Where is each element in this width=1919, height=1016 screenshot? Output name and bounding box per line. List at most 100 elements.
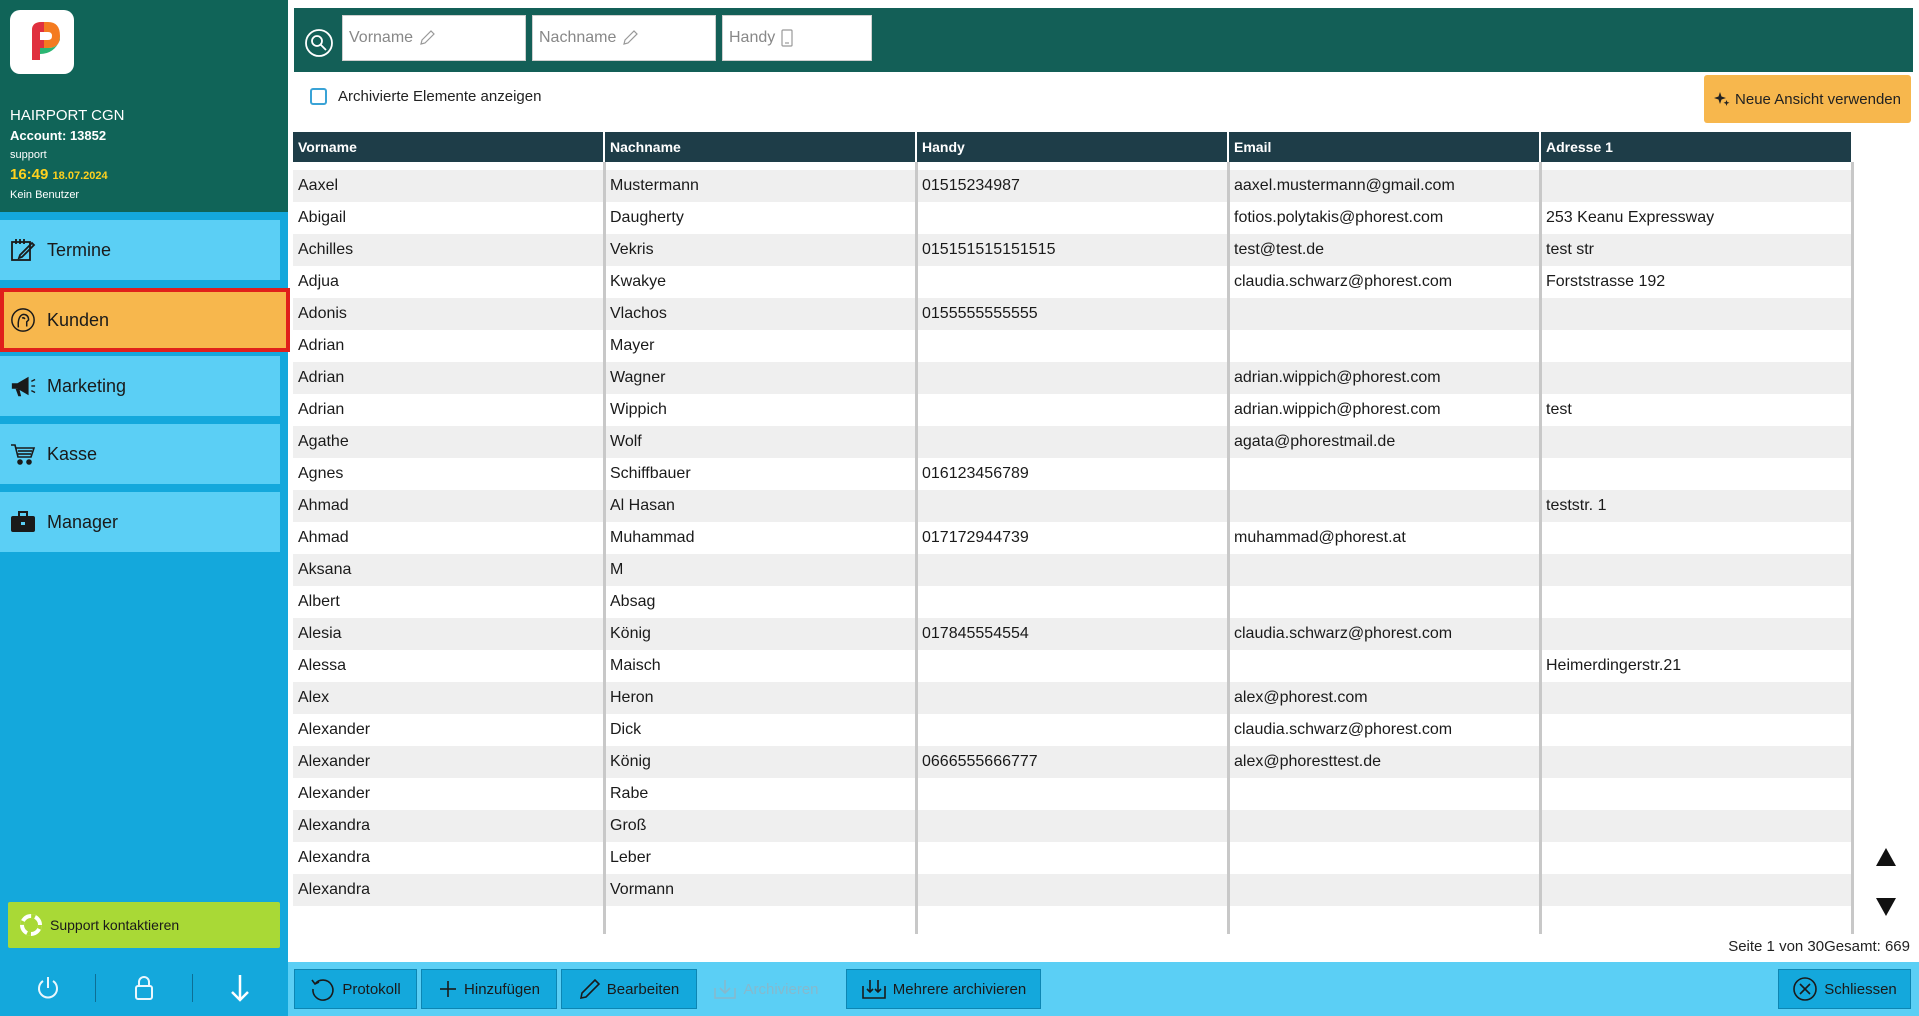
table-cell [1541,522,1851,554]
table-cell [1229,778,1539,810]
table-row[interactable]: Alex Heron alex@phorest.com [293,682,1853,714]
column-header-vorname[interactable]: Vorname [293,132,603,162]
table-row[interactable]: Agnes Schiffbauer 016123456789 [293,458,1853,490]
customer-head-icon [10,307,36,333]
table-cell: claudia.schwarz@phorest.com [1234,721,1453,738]
table-cell: 015151515151515 [922,241,1056,258]
table-row[interactable]: Ahmad Muhammad 017172944739 muhammad@phores… [293,522,1853,554]
table-cell: 017845554554 [922,625,1029,642]
table-cell: Al Hasan [610,497,675,514]
table-cell: 253 Keanu Expressway [1546,209,1715,226]
lock-button[interactable] [96,968,191,1008]
scroll-up-button[interactable] [1874,846,1898,868]
table-cell [1541,330,1851,362]
archived-checkbox[interactable] [310,88,327,105]
account-number: Account: 13852 [10,128,107,143]
add-button[interactable]: Hinzufügen [421,969,557,1009]
table-cell: M [610,561,624,578]
column-divider [603,162,606,934]
table-row[interactable]: Aksana M [293,554,1853,586]
table-cell: alex@phoresttest.de [1234,753,1381,770]
table-cell [1229,874,1539,906]
table-cell: Adonis [298,305,347,322]
table-cell: Heimerdingerstr.21 [1546,657,1682,674]
table-cell [1541,874,1851,906]
column-header-handy[interactable]: Handy [917,132,1227,162]
nav-kunden[interactable]: Kunden [0,288,290,352]
table-row[interactable]: Adrian Wagner adrian.wippich@phorest.com [293,362,1853,394]
table-row[interactable]: Abigail Daugherty fotios.polytakis@phorest… [293,202,1853,234]
nav-termine[interactable]: Termine [0,220,280,280]
edit-button[interactable]: Bearbeiten [561,969,697,1009]
power-button[interactable] [0,968,95,1008]
close-label: Schliessen [1824,980,1897,998]
table-row[interactable]: Alexander Dick claudia.schwarz@phorest.com [293,714,1853,746]
table-cell [1541,842,1851,874]
clock-time: 16:49 [10,166,49,183]
archive-label: Archivieren [743,980,819,998]
table-cell: adrian.wippich@phorest.com [1234,369,1441,386]
archive-multiple-button[interactable]: Mehrere archivieren [846,969,1041,1009]
nachname-search-field[interactable]: Nachname [532,15,716,61]
table-cell [917,778,1227,810]
protokoll-button[interactable]: Protokoll [294,969,417,1009]
column-header-adresse[interactable]: Adresse 1 [1541,132,1851,162]
minimize-button[interactable] [193,968,288,1008]
table-cell [1541,618,1851,650]
table-row[interactable]: Alexander König 0666555666777 alex@phorestt… [293,746,1853,778]
table-row[interactable]: Adrian Mayer [293,330,1853,362]
table-cell [1229,490,1539,522]
table-cell [1229,458,1539,490]
table-row[interactable]: Adjua Kwakye claudia.schwarz@phorest.com Fo… [293,266,1853,298]
table-row[interactable]: Alexander Rabe [293,778,1853,810]
handy-search-field[interactable]: Handy [722,15,872,61]
vorname-search-field[interactable]: Vorname [342,15,526,61]
cart-icon [10,441,36,467]
nav-marketing[interactable]: Marketing [0,356,280,416]
table-cell: 0155555555555 [922,305,1038,322]
table-cell: Alexander [298,721,371,738]
table-cell: Absag [610,593,656,610]
table-row[interactable]: Adonis Vlachos 0155555555555 [293,298,1853,330]
table-cell [1229,330,1539,362]
column-header-email[interactable]: Email [1229,132,1539,162]
sidebar: HAIRPORT CGN Account: 13852 support 16:4… [0,0,290,1016]
table-row[interactable]: Ahmad Al Hasan teststr. 1 [293,490,1853,522]
table-row[interactable]: Alexandra Leber [293,842,1853,874]
table-row[interactable]: Aaxel Mustermann 01515234987 aaxel.musterma… [293,170,1853,202]
table-row[interactable]: Alexandra Vormann [293,874,1853,906]
table-row[interactable]: Alessa Maisch Heimerdingerstr.21 [293,650,1853,682]
table-cell: 017172944739 [922,529,1029,546]
table-cell: Mustermann [610,177,699,194]
clock-date: 18.07.2024 [52,170,108,182]
table-cell: claudia.schwarz@phorest.com [1234,625,1453,642]
search-bar: Vorname Nachname Handy [294,8,1913,72]
close-button[interactable]: Schliessen [1778,969,1911,1009]
table-cell: Adrian [298,401,345,418]
vorname-placeholder: Vorname [349,29,414,46]
table-cell: Mayer [610,337,655,354]
scroll-down-button[interactable] [1874,896,1898,918]
new-view-label: Neue Ansicht verwenden [1735,90,1901,108]
table-cell: 0666555666777 [922,753,1038,770]
table-cell: Alexandra [298,881,371,898]
new-view-button[interactable]: Neue Ansicht verwenden [1704,75,1911,123]
table-cell: Vlachos [610,305,667,322]
table-row[interactable]: Albert Absag [293,586,1853,618]
table-row[interactable]: Alexandra Groß [293,810,1853,842]
nav-kasse[interactable]: Kasse [0,424,280,484]
table-row[interactable]: Alesia König 017845554554 claudia.schwarz@p… [293,618,1853,650]
protokoll-label: Protokoll [342,980,401,998]
table-row[interactable]: Adrian Wippich adrian.wippich@phorest.com t… [293,394,1853,426]
table-row[interactable]: Achilles Vekris 015151515151515 test@test.d… [293,234,1853,266]
search-icon[interactable] [304,28,334,58]
table-row[interactable]: Agathe Wolf agata@phorestmail.de [293,426,1853,458]
support-button[interactable]: Support kontaktieren [8,902,280,948]
table-cell: Alex [298,689,330,706]
archive-button[interactable]: Archivieren [701,969,831,1009]
column-header-nachname[interactable]: Nachname [605,132,915,162]
archived-toggle[interactable]: Archivierte Elemente anzeigen [310,88,541,105]
table-cell [917,650,1227,682]
nav-manager[interactable]: Manager [0,492,280,552]
add-label: Hinzufügen [464,980,540,998]
